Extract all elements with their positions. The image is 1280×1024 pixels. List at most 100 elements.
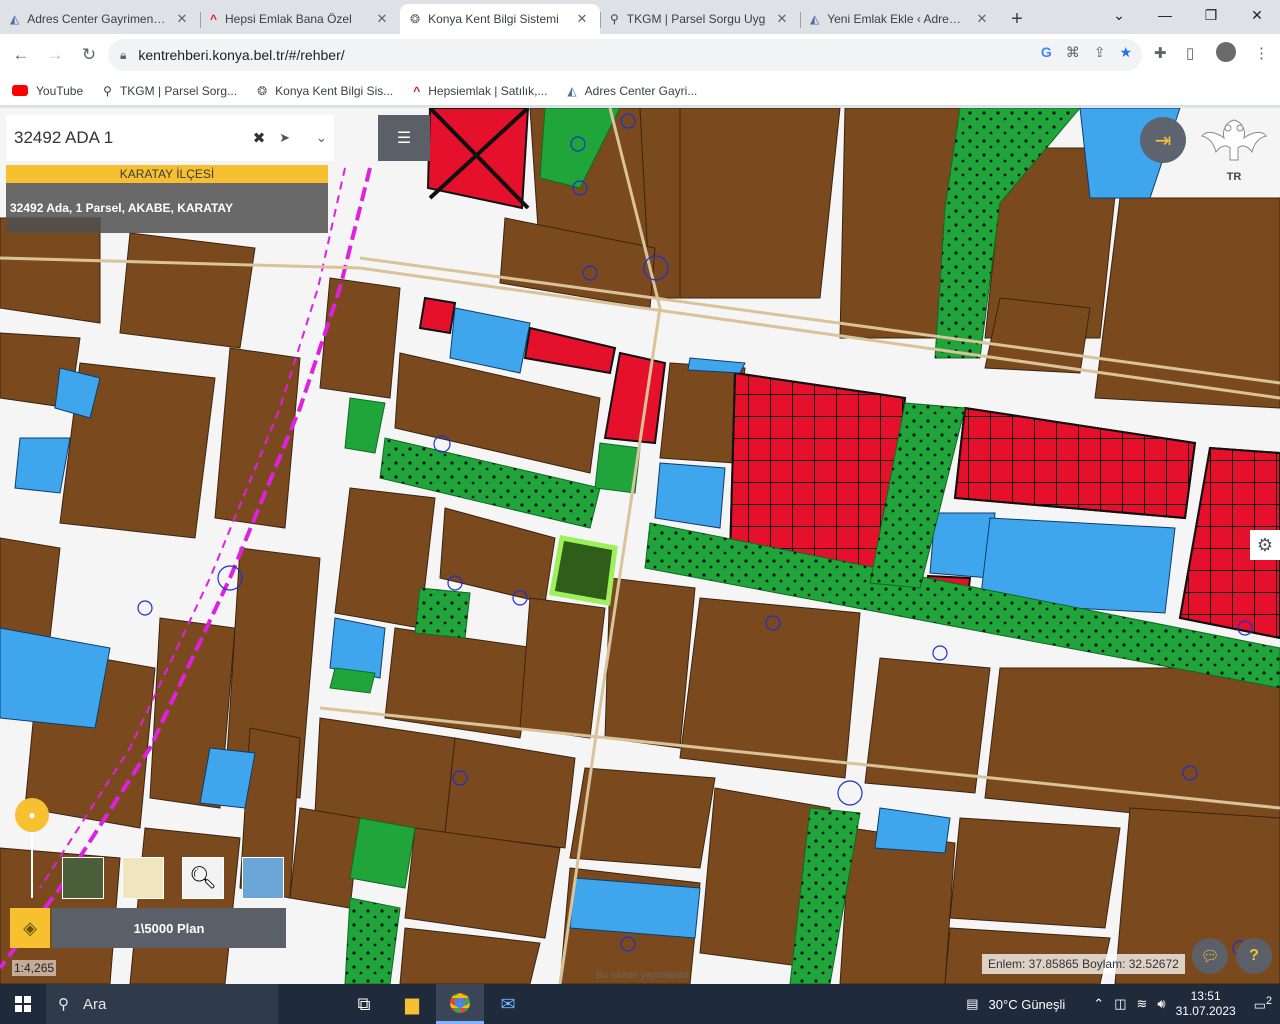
map-canvas[interactable]: 32492 ADA 1 ✖ ➤ ⌄ ☰ KARATAY İLÇESİ 32492… (0, 108, 1280, 984)
weather-text[interactable]: 30°C Güneşli (989, 997, 1066, 1012)
heatmap-layer-thumb[interactable] (242, 857, 284, 899)
parcel-search-input[interactable]: 32492 ADA 1 (6, 115, 246, 161)
translate-icon[interactable]: ⌘ (1066, 44, 1080, 61)
address-bar[interactable]: 🔒︎ kentrehberi.konya.bel.tr/#/rehber/ G … (108, 39, 1142, 71)
close-icon[interactable]: ✕ (974, 11, 990, 27)
url-text: kentrehberi.konya.bel.tr/#/rehber/ (138, 47, 345, 63)
tab-search-icon[interactable]: ⌄ (1096, 0, 1142, 30)
minimize-icon[interactable]: — (1142, 0, 1188, 30)
brightness-slider[interactable] (31, 832, 33, 898)
notification-icon[interactable]: ▭2 (1254, 995, 1272, 1013)
avatar[interactable] (1216, 42, 1236, 62)
bookmark-star-icon[interactable]: ★ (1119, 44, 1132, 61)
parcel-info[interactable]: 32492 Ada, 1 Parsel, AKABE, KARATAY (6, 183, 328, 233)
browser-tab-bar: ◭ Adres Center Gayrimenkul ✕ ^ Hepsi Eml… (0, 0, 1280, 34)
coordinate-readout: Enlem: 37.85865 Boylam: 32.52672 (982, 954, 1185, 974)
chrome-icon[interactable] (436, 984, 484, 1024)
bookmark-item[interactable]: ^ Hepsiemlak | Satılık,... (413, 84, 547, 98)
google-icon[interactable]: G (1041, 44, 1052, 61)
location-dropdown[interactable]: ➤ ⌄ (272, 115, 334, 161)
start-button[interactable] (0, 984, 46, 1024)
layers-icon: ◈ (23, 917, 37, 938)
clock[interactable]: 13:51 31.07.2023 (1176, 989, 1236, 1019)
logo-text: TR (1227, 171, 1242, 183)
browser-tab-active[interactable]: ❂ Konya Kent Bilgi Sistemi ✕ (400, 4, 600, 34)
more-menu-icon[interactable]: ⋮ (1254, 44, 1269, 62)
adres-logo-icon: ◭ (10, 12, 20, 26)
brightness-button[interactable]: ● (15, 798, 49, 832)
browser-tab[interactable]: ◭ Yeni Emlak Ekle ‹ Adres Ce ✕ (800, 4, 1000, 34)
magnifier-icon: 🔍︎ (189, 865, 217, 890)
bookmark-label: YouTube (36, 83, 84, 98)
list-menu-button[interactable]: ☰ (378, 115, 430, 161)
notification-count: 2 (1265, 994, 1272, 1007)
close-icon[interactable]: ✕ (774, 11, 790, 27)
windows-taskbar: ⚲ Ara ⧉ ▆ ✉ ▤ 30°C Güneşli ⌃ ◫ ≋ 🔊︎ 13:5… (0, 984, 1280, 1024)
sign-in-icon: ⇥ (1154, 129, 1172, 152)
street-layer-thumb[interactable] (122, 857, 164, 899)
tab-title: Hepsi Emlak Bana Özel (225, 12, 352, 26)
forward-icon[interactable]: → (38, 38, 72, 72)
close-icon[interactable]: ✕ (174, 11, 190, 27)
tab-title: Yeni Emlak Ekle ‹ Adres Ce (827, 12, 966, 26)
help-button[interactable]: ? (1236, 938, 1272, 974)
selected-parcel[interactable] (549, 535, 618, 606)
browser-tab[interactable]: ⚲ TKGM | Parsel Sorgu Uyg ✕ (600, 4, 800, 34)
clock-time: 13:51 (1190, 989, 1221, 1003)
back-icon[interactable]: ← (4, 38, 38, 72)
file-explorer-icon[interactable]: ▆ (388, 984, 436, 1024)
list-icon: ☰ (396, 130, 412, 147)
hepsiemlak-icon: ^ (210, 12, 218, 26)
weather-icon[interactable]: ▤ (966, 996, 978, 1012)
settings-button[interactable]: ⚙ (1250, 530, 1280, 560)
clock-date: 31.07.2023 (1175, 1004, 1236, 1018)
close-icon[interactable]: ✕ (574, 11, 590, 27)
plan-label[interactable]: 1\5000 Plan (52, 908, 286, 948)
chevron-down-icon: ⌄ (316, 130, 327, 145)
chat-button[interactable]: 💬︎ (1192, 938, 1228, 974)
share-icon[interactable]: ⇪ (1094, 44, 1106, 61)
taskbar-search[interactable]: ⚲ Ara (46, 984, 278, 1024)
bookmark-label: Konya Kent Bilgi Sis... (275, 83, 394, 98)
restore-icon[interactable]: ❐ (1188, 0, 1234, 30)
hepsiemlak-icon: ^ (413, 83, 421, 98)
task-view-icon[interactable]: ⧉ (340, 984, 388, 1024)
map-pin-icon: ⚲ (103, 83, 112, 98)
search-layer-thumb[interactable]: 🔍︎ (182, 857, 224, 899)
tab-title: Adres Center Gayrimenkul (27, 12, 166, 26)
mail-icon[interactable]: ✉ (484, 984, 532, 1024)
meet-icon[interactable]: ◫ (1114, 996, 1126, 1012)
adres-logo-icon: ◭ (567, 83, 577, 98)
chevron-up-icon[interactable]: ⌃ (1093, 996, 1104, 1012)
konya-logo-icon: ❂ (410, 12, 421, 26)
chat-icon: 💬︎ (1200, 948, 1220, 965)
windows-icon (15, 996, 31, 1012)
lock-icon: 🔒︎ (120, 47, 127, 62)
youtube-icon (12, 85, 28, 96)
reload-icon[interactable]: ↻ (72, 38, 106, 72)
window-close-icon[interactable]: ✕ (1234, 0, 1280, 30)
new-tab-button[interactable]: + (1000, 4, 1034, 34)
attribution-text: Bu sitede yayınlanan (596, 970, 689, 981)
map-pin-icon: ⚲ (610, 12, 619, 26)
bookmark-item[interactable]: YouTube (12, 84, 83, 98)
konya-logo: TR (1198, 112, 1270, 184)
plan-map[interactable] (0, 108, 1280, 984)
bookmark-item[interactable]: ❂ Konya Kent Bilgi Sis... (257, 84, 393, 98)
browser-tab[interactable]: ◭ Adres Center Gayrimenkul ✕ (0, 4, 200, 34)
bookmark-item[interactable]: ⚲ TKGM | Parsel Sorg... (103, 84, 237, 98)
wifi-icon[interactable]: ≋ (1137, 996, 1148, 1012)
tab-title: TKGM | Parsel Sorgu Uyg (626, 12, 766, 26)
satellite-layer-thumb[interactable] (62, 857, 104, 899)
bookmark-label: Hepsiemlak | Satılık,... (428, 83, 548, 98)
layers-button[interactable]: ◈ (10, 908, 50, 948)
side-panel-icon[interactable]: ▯ (1186, 44, 1194, 62)
login-button[interactable]: ⇥ (1140, 117, 1186, 163)
tab-title: Konya Kent Bilgi Sistemi (428, 12, 559, 26)
clear-search-button[interactable]: ✖ (246, 115, 272, 161)
extensions-icon[interactable]: ✚ (1154, 44, 1167, 62)
volume-icon[interactable]: 🔊︎ (1157, 996, 1165, 1012)
browser-tab[interactable]: ^ Hepsi Emlak Bana Özel ✕ (200, 4, 400, 34)
bookmark-item[interactable]: ◭ Adres Center Gayri... (567, 84, 697, 98)
close-icon[interactable]: ✕ (374, 11, 390, 27)
